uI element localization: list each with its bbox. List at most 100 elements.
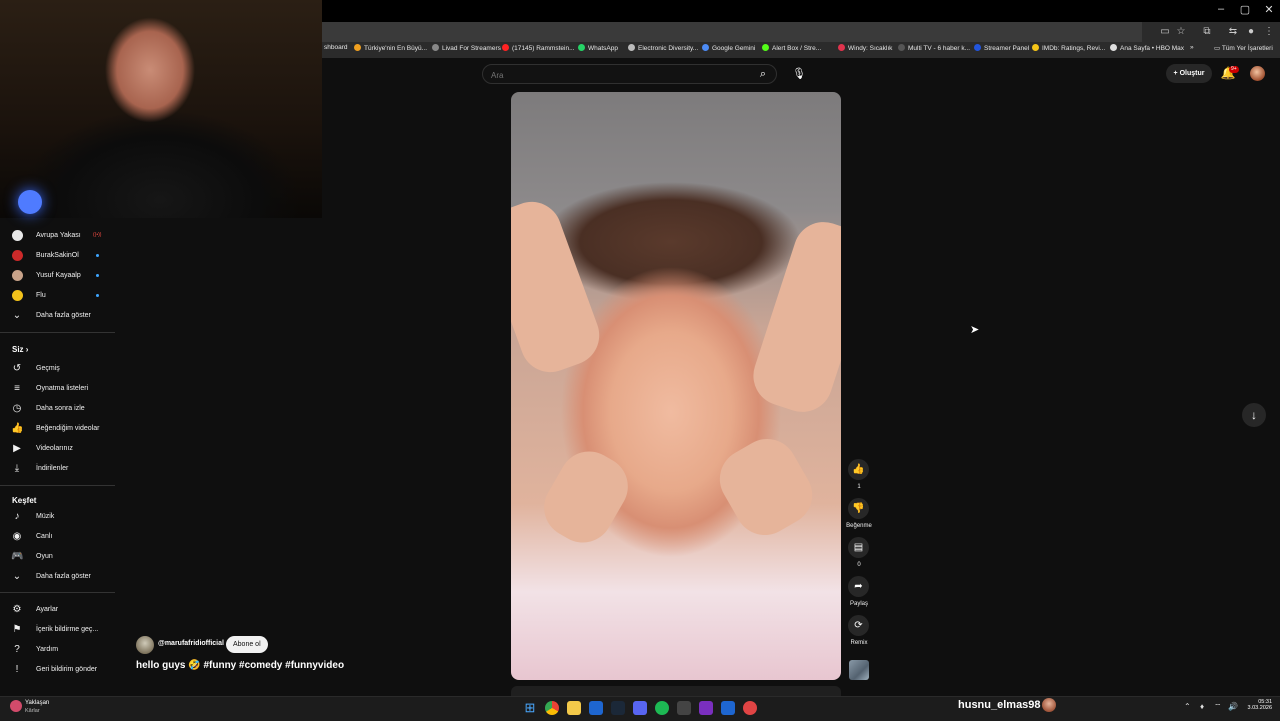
chevron-down-icon: ⌄ — [12, 310, 22, 321]
channel-avatar[interactable] — [136, 636, 154, 654]
wifi-icon[interactable]: ⌔ — [1214, 702, 1222, 712]
bookmark-item[interactable]: Streamer Panel — [974, 44, 1029, 52]
like-icon[interactable]: 👍 — [848, 459, 869, 480]
sound-thumbnail[interactable] — [849, 660, 869, 680]
webcam-light — [18, 190, 42, 214]
chrome-icon[interactable] — [545, 701, 559, 715]
bookmark-item[interactable]: Google Gemini — [702, 44, 755, 52]
sidebar-item-help[interactable]: ? Yardım — [0, 640, 116, 660]
app-icon[interactable] — [699, 701, 713, 715]
app-icon[interactable] — [721, 701, 735, 715]
sidebar-item-report-history[interactable]: ⚑ İçerik bildirme geç... — [0, 620, 116, 640]
remix-icon[interactable]: ⟳ — [848, 615, 869, 636]
sidebar-item-settings[interactable]: ⚙ Ayarlar — [0, 600, 116, 620]
short-video-player[interactable] — [511, 92, 841, 680]
tab-search-icon[interactable]: ⇆ — [1226, 26, 1240, 38]
gamepad-icon: 🎮 — [11, 551, 24, 562]
minimize-button[interactable]: – — [1210, 3, 1232, 15]
sidebar-item-history[interactable]: ↺ Geçmiş — [0, 359, 116, 379]
sidebar-item-live[interactable]: ◉ Canlı — [0, 527, 116, 547]
maximize-button[interactable]: ▢ — [1234, 3, 1256, 16]
calculator-icon[interactable] — [677, 701, 691, 715]
bookmark-item[interactable]: WhatsApp — [578, 44, 618, 52]
bookmark-item[interactable]: Multi TV - 6 haber k... — [898, 44, 970, 52]
live-indicator-icon: ((•)) — [93, 232, 102, 238]
microphone-icon[interactable]: 🎙 — [790, 64, 808, 84]
search-icon[interactable]: ⌕ — [752, 66, 774, 82]
download-icon: ⤓ — [14, 463, 20, 474]
sidebar-item-send-feedback[interactable]: ! Geri bildirim gönder — [0, 660, 116, 680]
folder-icon: ▭ — [1214, 45, 1222, 52]
comment-count: 0 — [857, 562, 861, 568]
webcam-overlay — [0, 0, 322, 218]
bookmark-item[interactable]: Livad For Streamers — [432, 44, 501, 52]
browser-menu-icon[interactable]: ⋮ — [1262, 26, 1276, 38]
sidebar-item-flu[interactable]: Flu — [0, 286, 116, 306]
volume-icon[interactable]: 🔊 — [1228, 702, 1238, 711]
bookmark-item[interactable]: Alert Box / Stre... — [762, 44, 821, 52]
close-button[interactable]: ✕ — [1258, 3, 1280, 16]
sidebar-item-liked-videos[interactable]: 👍 Beğendiğim videolar — [0, 419, 116, 439]
all-bookmarks-button[interactable]: ▭ Tüm Yer İşaretleri — [1214, 44, 1273, 52]
address-bar[interactable] — [322, 22, 1280, 42]
tray-app-icon[interactable]: ♦ — [1200, 702, 1204, 711]
bookmark-item[interactable]: Windy: Sıcaklık — [838, 44, 892, 52]
app-icon[interactable] — [743, 701, 757, 715]
bookmark-star-icon[interactable]: ☆ — [1174, 26, 1188, 38]
profile-icon[interactable]: ● — [1244, 26, 1258, 38]
bookmark-item[interactable]: (17145) Rammstein... — [502, 44, 575, 52]
thumbs-up-icon: 👍 — [11, 423, 24, 434]
extensions-icon[interactable]: ⧉ — [1200, 26, 1214, 38]
sidebar-item-your-videos[interactable]: ▶ Videolarınız — [0, 439, 116, 459]
sidebar-item-downloads[interactable]: ⤓ İndirilenler — [0, 459, 116, 479]
windows-start-icon[interactable]: ⊞ — [523, 701, 537, 715]
channel-avatar — [12, 270, 23, 281]
spotify-icon[interactable] — [655, 701, 669, 715]
sidebar-item-music[interactable]: ♪ Müzik — [0, 507, 116, 527]
account-avatar[interactable] — [1250, 66, 1265, 81]
help-icon: ? — [14, 644, 20, 655]
discord-icon[interactable] — [633, 701, 647, 715]
share-icon[interactable]: ➦ — [848, 576, 869, 597]
sidebar-you-header[interactable]: Siz › — [12, 345, 28, 354]
sidebar-item-yusuf-kayaalp[interactable]: Yusuf Kayaalp — [0, 266, 116, 286]
sidebar-item-avrupa-yakasi[interactable]: Avrupa Yakası ((•)) — [0, 226, 116, 246]
bookmarks-bar: shboard Türkiye'nin En Büyü... Livad For… — [322, 42, 1280, 58]
sidebar-item-gaming[interactable]: 🎮 Oyun — [0, 547, 116, 567]
bookmarks-overflow-button[interactable]: » — [1190, 44, 1194, 51]
weather-icon[interactable] — [10, 700, 22, 712]
weather-title[interactable]: Yaklaşan — [25, 700, 49, 706]
bookmark-item[interactable]: Electronic Diversity... — [628, 44, 698, 52]
subscribe-button[interactable]: Abone ol — [226, 636, 268, 653]
file-explorer-icon[interactable] — [567, 701, 581, 715]
next-short-preview[interactable] — [511, 686, 841, 696]
steam-icon[interactable] — [611, 701, 625, 715]
chevron-down-icon: ⌄ — [12, 571, 22, 582]
sidebar-item-playlists[interactable]: ≡ Oynatma listeleri — [0, 379, 116, 399]
bookmark-item[interactable]: Ana Sayfa • HBO Max — [1110, 44, 1184, 52]
search-box: ⌕ — [482, 64, 777, 84]
gear-icon: ⚙ — [12, 604, 22, 615]
share-label: Paylaş — [849, 601, 868, 607]
sidebar-explore-show-more[interactable]: ⌄ Daha fazla göster — [0, 567, 116, 587]
sidebar-show-more-subscriptions[interactable]: ⌄ Daha fazla göster — [0, 306, 116, 326]
dislike-icon[interactable]: 👎 — [848, 498, 869, 519]
live-broadcast-icon: ◉ — [12, 531, 22, 542]
create-button[interactable]: + Oluştur — [1166, 64, 1212, 83]
bookmark-item[interactable]: Türkiye'nin En Büyü... — [354, 44, 427, 52]
sidebar-item-watch-later[interactable]: ◷ Daha sonra izle — [0, 399, 116, 419]
cast-icon[interactable]: ▭ — [1158, 26, 1172, 38]
chevron-up-icon[interactable]: ⌃ — [1184, 702, 1191, 711]
stream-overlay-username: husnu_elmas98 — [958, 699, 1041, 711]
sidebar-item-buraksakinol[interactable]: BurakSakinOl — [0, 246, 116, 266]
channel-avatar — [12, 290, 23, 301]
arrow-down-icon[interactable]: ↓ — [1242, 403, 1266, 427]
bookmark-item[interactable]: IMDb: Ratings, Revi... — [1032, 44, 1105, 52]
taskbar-clock[interactable]: 05:31 3.03.2026 — [1244, 699, 1272, 711]
channel-name[interactable]: @marufafridiofficial — [158, 640, 224, 647]
search-input[interactable] — [489, 68, 753, 82]
bookmark-item[interactable]: shboard — [324, 44, 348, 51]
new-content-dot — [96, 294, 99, 297]
comment-icon[interactable]: ▤ — [848, 537, 869, 558]
app-icon[interactable] — [589, 701, 603, 715]
